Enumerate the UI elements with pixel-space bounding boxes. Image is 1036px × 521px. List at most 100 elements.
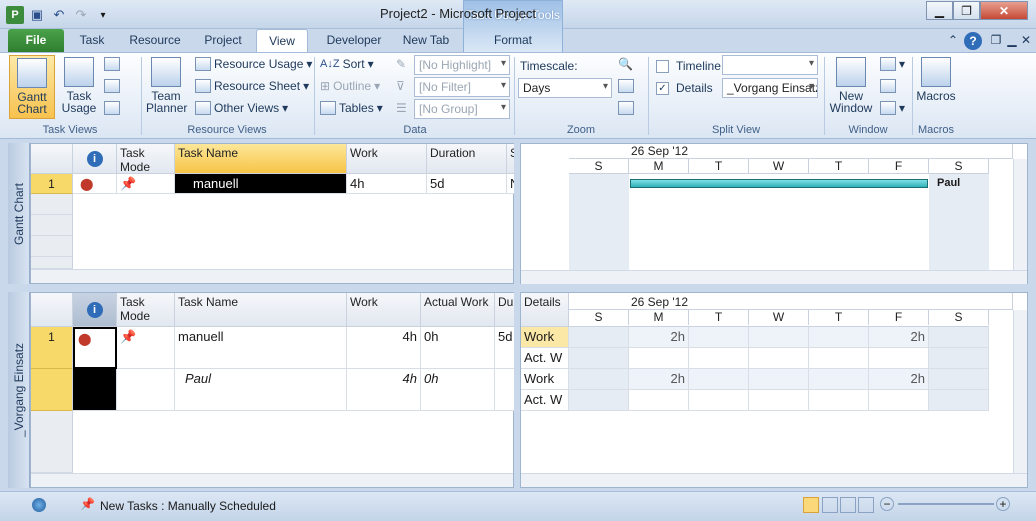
duration-cell[interactable]: 5d bbox=[427, 174, 507, 194]
task-mode-cell[interactable] bbox=[117, 369, 175, 411]
row-id[interactable]: 1 bbox=[31, 327, 73, 369]
detail-value-cell[interactable] bbox=[929, 369, 989, 390]
gantt-chart-button[interactable]: Gantt Chart bbox=[9, 55, 55, 119]
task-name-cell[interactable]: manuell bbox=[175, 174, 347, 194]
bottom-table-hscroll[interactable] bbox=[31, 473, 513, 487]
usage-vscroll[interactable] bbox=[1013, 310, 1027, 473]
close-button[interactable]: ✕ bbox=[980, 1, 1028, 20]
indicators-header[interactable]: i bbox=[73, 144, 117, 174]
top-table-hscroll[interactable] bbox=[31, 269, 513, 283]
empty-row[interactable] bbox=[31, 215, 73, 236]
select-all-header[interactable] bbox=[31, 293, 73, 327]
resource-usage-button[interactable]: Resource Usage ▾ bbox=[195, 57, 312, 71]
timeline-checkbox[interactable]: Timeline bbox=[656, 59, 721, 73]
work-header[interactable]: Work bbox=[347, 144, 427, 174]
actual-work-header[interactable]: Actual Work bbox=[421, 293, 495, 327]
tab-task[interactable]: Task bbox=[68, 29, 116, 53]
tab-file[interactable]: File bbox=[8, 29, 64, 53]
usage-hscroll[interactable] bbox=[521, 473, 1027, 487]
group-dropdown[interactable]: [No Group] bbox=[414, 99, 510, 119]
highlight-dropdown[interactable]: [No Highlight] bbox=[414, 55, 510, 75]
detail-value-cell[interactable] bbox=[689, 327, 749, 348]
task-mode-cell[interactable]: 📌 bbox=[117, 174, 175, 194]
arrange-all-icon[interactable]: ▾ bbox=[880, 57, 905, 71]
detail-value-cell[interactable]: 2h bbox=[629, 369, 689, 390]
tab-developer[interactable]: Developer bbox=[314, 29, 394, 53]
detail-value-cell[interactable] bbox=[569, 327, 629, 348]
detail-value-cell[interactable]: 2h bbox=[869, 327, 929, 348]
detail-value-cell[interactable] bbox=[869, 390, 929, 411]
task-name-header[interactable]: Task Name bbox=[175, 293, 347, 327]
help-icon[interactable]: ? bbox=[964, 32, 982, 50]
detail-value-cell[interactable] bbox=[809, 327, 869, 348]
timescale-dropdown[interactable]: Days bbox=[518, 78, 612, 98]
restore-button[interactable]: ❐ bbox=[953, 1, 980, 20]
zoom-out-icon[interactable]: − bbox=[880, 497, 894, 511]
duration-cell[interactable]: 5d bbox=[495, 327, 515, 369]
detail-value-cell[interactable] bbox=[569, 348, 629, 369]
minimize-button[interactable]: ▁ bbox=[926, 1, 953, 20]
detail-value-cell[interactable] bbox=[689, 390, 749, 411]
timeline-view-dropdown[interactable] bbox=[722, 55, 818, 75]
sort-button[interactable]: A↓Z Sort ▾ bbox=[320, 57, 374, 71]
actual-work-cell[interactable]: 0h bbox=[421, 327, 495, 369]
details-checkbox[interactable]: ✓ Details bbox=[656, 81, 713, 95]
new-window-button[interactable]: New Window bbox=[828, 55, 874, 119]
detail-value-cell[interactable] bbox=[629, 390, 689, 411]
gantt-task-bar[interactable] bbox=[630, 179, 928, 188]
task-usage-button[interactable]: Task Usage bbox=[58, 55, 100, 119]
detail-value-cell[interactable] bbox=[929, 390, 989, 411]
detail-value-cell[interactable] bbox=[809, 348, 869, 369]
task-views-small-icon-1[interactable] bbox=[104, 57, 120, 71]
detail-row-label[interactable]: Act. W bbox=[521, 348, 569, 369]
macros-button[interactable]: Macros bbox=[916, 55, 956, 119]
assignment-name-cell[interactable]: Paul bbox=[175, 369, 347, 411]
task-views-small-icon-3[interactable] bbox=[104, 101, 120, 115]
duration-header[interactable]: Du bbox=[495, 293, 515, 327]
detail-value-cell[interactable] bbox=[629, 348, 689, 369]
detail-value-cell[interactable] bbox=[689, 369, 749, 390]
work-header[interactable]: Work bbox=[347, 293, 421, 327]
detail-value-cell[interactable] bbox=[569, 369, 629, 390]
detail-value-cell[interactable]: 2h bbox=[629, 327, 689, 348]
duration-header[interactable]: Duration bbox=[427, 144, 507, 174]
detail-row-label[interactable]: Work bbox=[521, 327, 569, 348]
task-views-small-icon-2[interactable] bbox=[104, 79, 120, 93]
detail-value-cell[interactable] bbox=[809, 390, 869, 411]
globe-icon[interactable] bbox=[32, 498, 46, 512]
task-name-cell[interactable]: manuell bbox=[175, 327, 347, 369]
zoom-slider[interactable] bbox=[898, 503, 994, 505]
detail-value-cell[interactable] bbox=[869, 348, 929, 369]
detail-value-cell[interactable] bbox=[689, 348, 749, 369]
zoom-in-icon[interactable]: + bbox=[996, 497, 1010, 511]
tab-project[interactable]: Project bbox=[194, 29, 252, 53]
empty-row[interactable] bbox=[31, 257, 73, 269]
restore-doc-icon[interactable]: ❐ bbox=[988, 29, 1004, 53]
work-cell[interactable]: 4h bbox=[347, 174, 427, 194]
indicator-cell[interactable]: ⬤ bbox=[73, 174, 117, 194]
work-cell[interactable]: 4h bbox=[347, 327, 421, 369]
detail-value-cell[interactable] bbox=[929, 348, 989, 369]
tables-button[interactable]: Tables ▾ bbox=[320, 101, 383, 115]
detail-value-cell[interactable] bbox=[809, 369, 869, 390]
detail-value-cell[interactable]: 2h bbox=[869, 369, 929, 390]
tab-view[interactable]: View bbox=[256, 29, 308, 54]
zoom-icon[interactable]: 🔍 bbox=[618, 57, 633, 71]
detail-value-cell[interactable] bbox=[749, 327, 809, 348]
hide-window-icon[interactable] bbox=[880, 79, 896, 93]
task-mode-cell[interactable]: 📌 bbox=[117, 327, 175, 369]
close-doc-icon[interactable]: ✕ bbox=[1018, 29, 1034, 53]
task-mode-header[interactable]: Task Mode bbox=[117, 144, 175, 174]
tab-format[interactable]: Format bbox=[470, 29, 556, 53]
resource-sheet-button[interactable]: Resource Sheet ▾ bbox=[195, 79, 309, 93]
empty-row[interactable] bbox=[31, 194, 73, 215]
team-planner-button[interactable]: Team Planner bbox=[145, 55, 187, 119]
tab-resource[interactable]: Resource bbox=[122, 29, 188, 53]
detail-row-label[interactable]: Act. W bbox=[521, 390, 569, 411]
filter-dropdown[interactable]: [No Filter] bbox=[414, 77, 510, 97]
indicator-cell[interactable]: ⬤ bbox=[73, 327, 117, 369]
minimize-ribbon-icon[interactable]: ⌃ bbox=[944, 29, 962, 53]
actual-work-cell[interactable]: 0h bbox=[421, 369, 495, 411]
entire-project-icon[interactable] bbox=[618, 79, 634, 93]
detail-value-cell[interactable] bbox=[749, 348, 809, 369]
